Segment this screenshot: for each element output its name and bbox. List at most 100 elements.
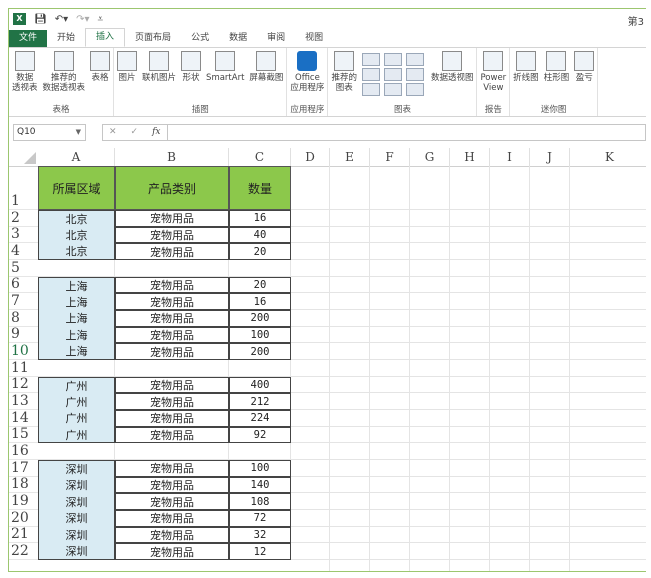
- empty-cell[interactable]: [570, 243, 646, 260]
- empty-cell[interactable]: [570, 393, 646, 411]
- product-cell[interactable]: 宠物用品: [115, 526, 229, 544]
- ribbon-button[interactable]: SmartArt: [206, 51, 244, 83]
- product-cell[interactable]: 宠物用品: [115, 476, 229, 494]
- ribbon-button[interactable]: Office 应用程序: [290, 51, 324, 93]
- empty-cell[interactable]: [530, 260, 570, 277]
- empty-cell[interactable]: [530, 293, 570, 310]
- empty-cell[interactable]: [490, 426, 530, 444]
- insert-function-icon[interactable]: fx: [152, 127, 160, 137]
- row-header-12[interactable]: 12: [9, 377, 38, 394]
- empty-cell[interactable]: [330, 460, 370, 477]
- region-cell[interactable]: 广州: [38, 376, 115, 394]
- empty-cell[interactable]: [570, 560, 646, 571]
- empty-cell[interactable]: [370, 326, 410, 344]
- empty-cell[interactable]: [370, 543, 410, 561]
- empty-cell[interactable]: [490, 310, 530, 327]
- empty-cell[interactable]: [410, 476, 450, 494]
- column-header-B[interactable]: B: [115, 148, 229, 167]
- chart-type-icon[interactable]: [361, 53, 380, 66]
- empty-cell[interactable]: [490, 326, 530, 344]
- empty-cell[interactable]: [291, 410, 330, 427]
- empty-cell[interactable]: [570, 360, 646, 377]
- empty-cell[interactable]: [330, 526, 370, 544]
- tab-2[interactable]: 插入: [85, 28, 126, 47]
- row-header-15[interactable]: 15: [9, 427, 38, 444]
- empty-cell[interactable]: [370, 343, 410, 361]
- empty-cell[interactable]: [530, 460, 570, 477]
- empty-cell[interactable]: [330, 443, 370, 461]
- chart-type-icon[interactable]: [383, 68, 402, 81]
- empty-cell[interactable]: [490, 376, 530, 394]
- row-header-4[interactable]: 4: [9, 243, 38, 260]
- empty-cell[interactable]: [450, 360, 490, 377]
- empty-cell[interactable]: [410, 226, 450, 244]
- empty-cell[interactable]: [410, 210, 450, 227]
- customize-qat-icon[interactable]: ⩡: [98, 14, 104, 25]
- empty-cell[interactable]: [570, 310, 646, 327]
- empty-cell[interactable]: [410, 510, 450, 527]
- row-header-14[interactable]: 14: [9, 410, 38, 427]
- empty-cell[interactable]: [229, 443, 291, 461]
- column-header-K[interactable]: K: [570, 148, 646, 167]
- empty-cell[interactable]: [370, 460, 410, 477]
- product-cell[interactable]: 宠物用品: [115, 343, 229, 361]
- column-header-G[interactable]: G: [410, 148, 450, 167]
- ribbon-button[interactable]: 盈亏: [574, 51, 595, 83]
- empty-cell[interactable]: [570, 260, 646, 277]
- empty-cell[interactable]: [490, 260, 530, 277]
- ribbon-button[interactable]: 数据 透视表: [12, 51, 38, 93]
- tab-7[interactable]: 视图: [295, 30, 333, 47]
- ribbon-button[interactable]: 屏幕截图: [249, 51, 283, 83]
- empty-cell[interactable]: [570, 410, 646, 427]
- empty-cell[interactable]: [410, 460, 450, 477]
- product-cell[interactable]: 宠物用品: [115, 310, 229, 327]
- empty-cell[interactable]: [370, 260, 410, 277]
- empty-cell[interactable]: [530, 343, 570, 361]
- product-cell[interactable]: 宠物用品: [115, 376, 229, 394]
- empty-cell[interactable]: [490, 343, 530, 361]
- quantity-cell[interactable]: 108: [229, 493, 291, 511]
- empty-cell[interactable]: [570, 293, 646, 310]
- chart-type-icon[interactable]: [405, 83, 424, 96]
- region-cell[interactable]: 上海: [38, 276, 115, 294]
- empty-cell[interactable]: [330, 426, 370, 444]
- empty-cell[interactable]: [370, 376, 410, 394]
- empty-cell[interactable]: [370, 310, 410, 327]
- chart-type-icon[interactable]: [361, 83, 380, 96]
- empty-cell[interactable]: [115, 443, 229, 461]
- empty-cell[interactable]: [450, 326, 490, 344]
- empty-cell[interactable]: [570, 493, 646, 511]
- empty-cell[interactable]: [450, 560, 490, 571]
- empty-cell[interactable]: [570, 227, 646, 244]
- chart-type-icon[interactable]: [361, 68, 380, 81]
- empty-cell[interactable]: [330, 376, 370, 394]
- chart-type-icon[interactable]: [383, 53, 402, 66]
- tab-3[interactable]: 页面布局: [125, 30, 181, 47]
- empty-cell[interactable]: [530, 210, 570, 227]
- row-header-16[interactable]: 16: [9, 443, 38, 461]
- ribbon-button[interactable]: 联机图片: [142, 51, 176, 83]
- quantity-cell[interactable]: 16: [229, 210, 291, 227]
- ribbon-button[interactable]: 柱形图: [544, 51, 569, 83]
- empty-cell[interactable]: [450, 310, 490, 327]
- empty-cell[interactable]: [450, 493, 490, 511]
- empty-cell[interactable]: [530, 510, 570, 527]
- empty-cell[interactable]: [291, 443, 330, 461]
- empty-cell[interactable]: [490, 243, 530, 260]
- empty-cell[interactable]: [330, 543, 370, 561]
- empty-cell[interactable]: [570, 277, 646, 294]
- empty-cell[interactable]: [450, 460, 490, 477]
- empty-cell[interactable]: [530, 326, 570, 344]
- row-header-11[interactable]: 11: [9, 360, 38, 377]
- row-header-19[interactable]: 19: [9, 493, 38, 511]
- region-cell[interactable]: 北京: [38, 226, 115, 244]
- empty-cell[interactable]: [330, 493, 370, 511]
- empty-cell[interactable]: [450, 166, 490, 210]
- empty-cell[interactable]: [410, 410, 450, 427]
- quantity-cell[interactable]: 140: [229, 476, 291, 494]
- empty-cell[interactable]: [370, 210, 410, 227]
- empty-cell[interactable]: [410, 393, 450, 411]
- empty-cell[interactable]: [291, 343, 330, 361]
- empty-cell[interactable]: [291, 166, 330, 210]
- empty-cell[interactable]: [291, 243, 330, 260]
